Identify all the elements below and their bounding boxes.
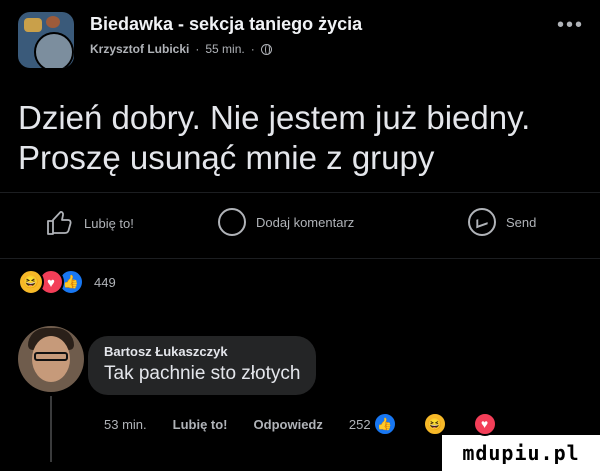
group-photo-element xyxy=(46,16,60,28)
reaction-count: 449 xyxy=(94,274,116,290)
thumbs-up-icon xyxy=(47,211,72,235)
more-dots-icon[interactable]: ••• xyxy=(557,15,584,35)
send-button[interactable]: Send xyxy=(468,208,536,236)
comment-footer: 53 min. Lubię to! Odpowiedz 252 👍 😆 ♥ xyxy=(104,412,523,436)
divider xyxy=(0,258,600,259)
comment-reactions[interactable]: 👍 😆 ♥ xyxy=(372,412,523,436)
comment-like-button[interactable]: Lubię to! xyxy=(173,417,228,432)
comment-icon xyxy=(218,208,246,236)
group-avatar[interactable] xyxy=(18,12,74,68)
commenter-name[interactable]: Bartosz Łukaszczyk xyxy=(104,344,300,359)
post-author[interactable]: Krzysztof Lubicki xyxy=(90,42,189,56)
author-avatar[interactable] xyxy=(34,32,74,68)
divider xyxy=(0,192,600,193)
comment-button[interactable]: Dodaj komentarz xyxy=(218,208,354,236)
messenger-icon xyxy=(468,208,496,236)
reaction-summary[interactable]: 😆 ♥ 👍 449 xyxy=(18,268,116,296)
post-text-line: Dzień dobry. Nie jestem już biedny. xyxy=(18,99,531,136)
post-body: Dzień dobry. Nie jestem już biedny. Pros… xyxy=(18,98,578,178)
post-time[interactable]: 55 min. xyxy=(205,42,244,56)
post-actions: Lubię to! Dodaj komentarz Send xyxy=(0,208,600,248)
haha-reaction-icon: 😆 xyxy=(422,412,447,436)
comment-label: Dodaj komentarz xyxy=(256,214,355,230)
globe-icon xyxy=(260,43,272,55)
commenter-avatar[interactable] xyxy=(18,326,84,392)
like-button[interactable]: Lubię to! xyxy=(44,208,134,238)
comment-reply-button[interactable]: Odpowiedz xyxy=(254,417,323,432)
post-header: Biedawka - sekcja taniego życia Krzyszto… xyxy=(18,10,588,72)
send-label: Send xyxy=(506,214,537,230)
like-reaction-icon: 👍 xyxy=(372,412,397,436)
group-name[interactable]: Biedawka - sekcja taniego życia xyxy=(90,14,362,35)
love-reaction-icon: ♥ xyxy=(472,412,497,436)
group-photo-element xyxy=(24,18,42,32)
meta-separator: · xyxy=(250,42,255,56)
comment-bubble: Bartosz Łukaszczyk Tak pachnie sto złoty… xyxy=(88,336,317,395)
thread-line xyxy=(50,396,52,462)
comment-time[interactable]: 53 min. xyxy=(104,417,147,432)
watermark: mdupiu.pl xyxy=(442,435,600,471)
comment-reaction-count: 252 xyxy=(348,416,371,432)
post-text-line: Proszę usunąć mnie z grupy xyxy=(18,139,435,176)
haha-reaction-icon: 😆 xyxy=(18,269,44,295)
comment-text: Tak pachnie sto złotych xyxy=(104,363,301,384)
like-label: Lubię to! xyxy=(84,215,134,231)
meta-separator: · xyxy=(195,42,200,56)
avatar-glasses xyxy=(34,352,68,361)
post-meta: Krzysztof Lubicki · 55 min. · xyxy=(90,42,272,56)
